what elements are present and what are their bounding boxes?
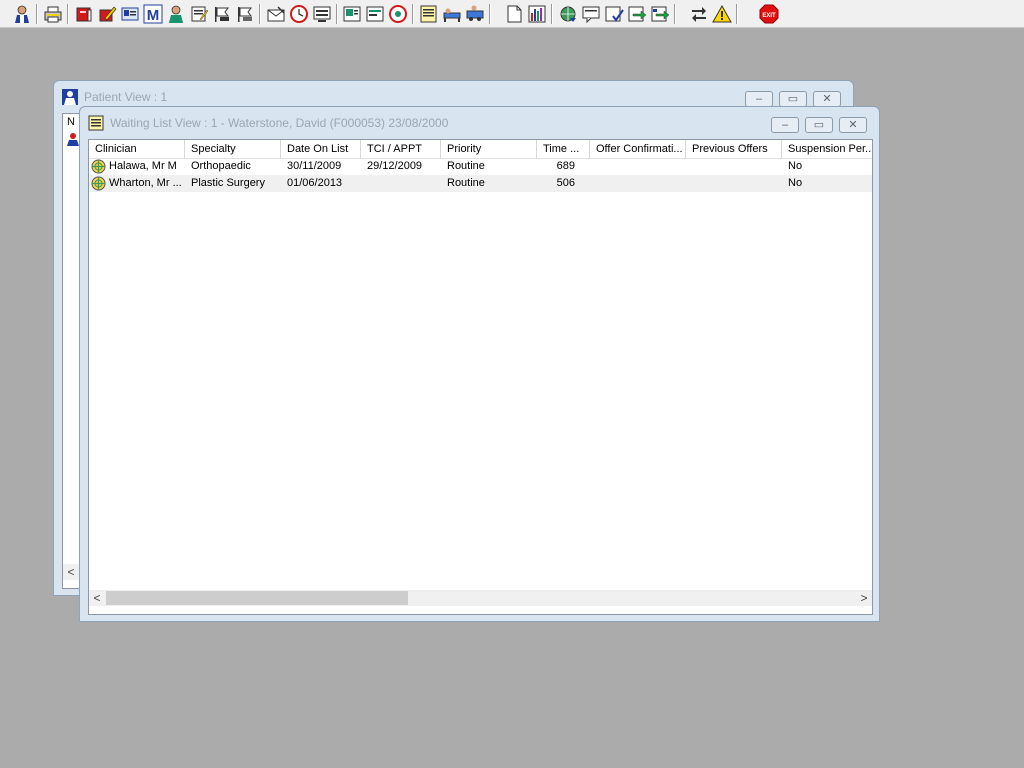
horizontal-scrollbar[interactable]: < > (89, 590, 872, 606)
column-header-time[interactable]: Time ... (537, 140, 590, 158)
column-header-offer-confirmation[interactable]: Offer Confirmati... (590, 140, 686, 158)
book-red-icon[interactable] (74, 4, 94, 24)
check-form-icon[interactable] (604, 4, 624, 24)
maximize-button[interactable]: ▭ (779, 91, 807, 107)
cell-offer-confirmation (596, 175, 684, 192)
column-header-specialty[interactable]: Specialty (185, 140, 281, 158)
message-icon[interactable] (581, 4, 601, 24)
column-header-clinician[interactable]: Clinician (89, 140, 185, 158)
disc-icon[interactable] (388, 4, 408, 24)
cell-date-on-list: 01/06/2013 (287, 177, 343, 189)
partial-column-header: N (67, 116, 75, 128)
refer-alt-icon[interactable] (650, 4, 670, 24)
grid-header: Clinician Specialty Date On List TCI / A… (89, 140, 872, 159)
scroll-thumb[interactable] (106, 591, 408, 605)
column-header-suspension[interactable]: Suspension Per... (782, 140, 872, 158)
window-title: Patient View : 1 (84, 90, 168, 104)
printer-icon[interactable] (43, 4, 63, 24)
document-icon[interactable] (504, 4, 524, 24)
cell-priority: Routine (447, 177, 485, 189)
notes-icon[interactable] (189, 4, 209, 24)
cell-tci-appt: 29/12/2009 (367, 160, 423, 172)
cell-specialty: Plastic Surgery (191, 177, 265, 189)
exit-label: EXIT (762, 13, 776, 19)
maximize-button[interactable]: ▭ (805, 117, 833, 133)
cell-suspension: No (788, 177, 803, 189)
column-header-date-on-list[interactable]: Date On List (281, 140, 361, 158)
globe-icon (91, 176, 106, 191)
envelope-open-icon[interactable] (266, 4, 286, 24)
bar-chart-icon[interactable] (527, 4, 547, 24)
cell-tci-appt (367, 175, 439, 192)
exit-icon[interactable]: EXIT (759, 4, 779, 24)
letter-m-icon[interactable]: M (143, 4, 163, 24)
cell-date-on-list: 30/11/2009 (287, 160, 342, 172)
table-row[interactable]: Wharton, Mr ... Plastic Surgery 01/06/20… (89, 175, 872, 192)
scroll-left-arrow[interactable]: < (63, 564, 79, 580)
monitor-icon[interactable] (312, 4, 332, 24)
minimize-button[interactable]: – (771, 117, 799, 133)
globe-arrow-icon[interactable] (558, 4, 578, 24)
column-header-priority[interactable]: Priority (441, 140, 537, 158)
patient-row-icon (66, 132, 80, 146)
svg-text:M: M (147, 7, 160, 24)
form-icon[interactable] (365, 4, 385, 24)
scroll-left-arrow[interactable]: < (89, 590, 105, 606)
book-edit-icon[interactable] (97, 4, 117, 24)
close-button[interactable]: ✕ (839, 117, 867, 133)
window-title: Waiting List View : 1 - Waterstone, Davi… (110, 116, 449, 130)
cell-suspension: No (788, 160, 803, 172)
cell-clinician: Wharton, Mr ... (109, 177, 182, 189)
waiting-list-grid[interactable]: Clinician Specialty Date On List TCI / A… (88, 139, 873, 615)
globe-icon (91, 159, 106, 174)
patient-card-icon[interactable] (120, 4, 140, 24)
transfer-icon[interactable] (689, 4, 709, 24)
cell-offer-confirmation (596, 158, 684, 175)
cell-previous-offers (692, 175, 780, 192)
main-toolbar: M EXIT (0, 0, 1024, 28)
list-icon (88, 115, 104, 131)
picture-icon[interactable] (342, 4, 362, 24)
patient-search-icon[interactable] (12, 4, 32, 24)
flag-icon[interactable] (212, 4, 232, 24)
bed-icon[interactable] (442, 4, 462, 24)
warning-icon[interactable] (712, 4, 732, 24)
cell-priority: Routine (447, 160, 485, 172)
cell-clinician: Halawa, Mr M (109, 160, 177, 172)
transport-icon[interactable] (465, 4, 485, 24)
refer-icon[interactable] (627, 4, 647, 24)
table-row[interactable]: Halawa, Mr M Orthopaedic 30/11/2009 29/1… (89, 158, 872, 175)
cell-previous-offers (692, 158, 780, 175)
clock-icon[interactable] (289, 4, 309, 24)
scroll-right-arrow[interactable]: > (856, 590, 872, 606)
clinician-icon[interactable] (166, 4, 186, 24)
column-header-tci-appt[interactable]: TCI / APPT (361, 140, 441, 158)
cell-time: 689 (556, 160, 575, 172)
waiting-list-view-window[interactable]: Waiting List View : 1 - Waterstone, Davi… (79, 106, 880, 622)
minimize-button[interactable]: – (745, 91, 773, 107)
cell-specialty: Orthopaedic (191, 160, 251, 172)
patient-icon (62, 89, 78, 105)
close-button[interactable]: ✕ (813, 91, 841, 107)
column-header-previous-offers[interactable]: Previous Offers (686, 140, 782, 158)
list-yellow-icon[interactable] (419, 4, 439, 24)
flag-alt-icon[interactable] (235, 4, 255, 24)
cell-time: 506 (556, 177, 575, 189)
